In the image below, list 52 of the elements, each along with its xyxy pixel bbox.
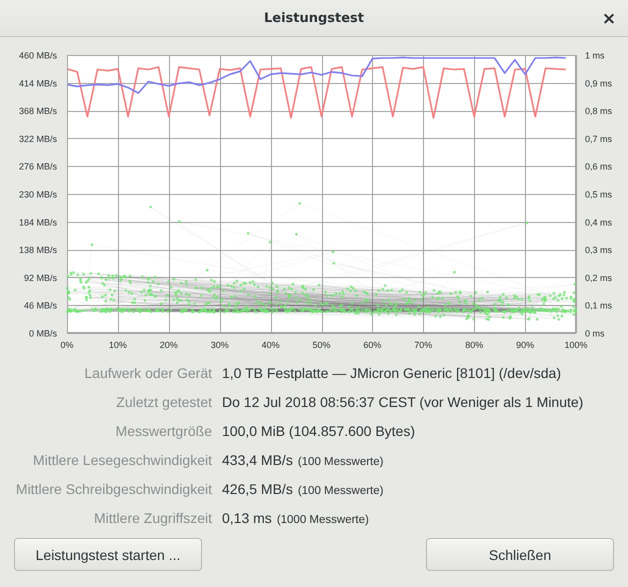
axis-label: 60% — [363, 340, 382, 350]
axis-label: 80% — [465, 340, 484, 350]
field-value: 426,5 MB/s — [222, 480, 293, 499]
axis-label: 0,8 ms — [585, 106, 612, 116]
field-value: 0,13 ms — [222, 509, 272, 528]
axis-label: 46 MB/s — [24, 300, 57, 311]
axis-label: 92 MB/s — [24, 272, 57, 283]
axis-label: 0 MB/s — [28, 328, 57, 338]
close-button[interactable]: Schließen — [426, 538, 614, 571]
axis-label: 184 MB/s — [18, 217, 57, 228]
axis-label: 1 ms — [585, 50, 605, 60]
axis-label: 0,6 ms — [585, 162, 612, 172]
axis-label: 0% — [60, 340, 74, 350]
axis-label: 100% — [564, 340, 588, 350]
field-label: Mittlere Lesegeschwindigkeit — [32, 451, 212, 470]
sample-count: (100 Messwerte) — [298, 484, 384, 499]
sample-count: (1000 Messwerte) — [276, 513, 369, 528]
axis-label: 138 MB/s — [18, 245, 57, 256]
window-title: Leistungstest — [264, 10, 364, 26]
sample-count: (100 Messwerte) — [298, 455, 384, 470]
axis-label: 460 MB/s — [18, 50, 57, 60]
axis-label: 0 ms — [585, 328, 605, 338]
axis-label: 40% — [262, 340, 280, 350]
axis-label: 368 MB/s — [18, 106, 57, 116]
field-value: 1,0 TB Festplatte — JMicron Generic [8101] (/dev/sda) — [222, 364, 562, 383]
axis-label: 50% — [312, 340, 330, 350]
field-value: 100,0 MiB (104.857.600 Bytes) — [222, 422, 416, 441]
field-label: Laufwerk oder Gerät — [83, 364, 212, 383]
axis-label: 0,3 ms — [585, 245, 612, 256]
axis-label: 0,7 ms — [585, 134, 612, 144]
axis-label: 0,9 ms — [585, 78, 612, 88]
axis-label: 322 MB/s — [18, 134, 57, 144]
axis-label: 414 MB/s — [18, 78, 57, 88]
axis-label: 230 MB/s — [18, 190, 57, 200]
axis-label: 20% — [160, 340, 178, 350]
field-value: 433,4 MB/s — [222, 451, 293, 470]
start-benchmark-button[interactable]: Leistungstest starten ... — [14, 538, 202, 571]
axis-label: 276 MB/s — [18, 162, 57, 172]
field-label: Mittlere Zugriffszeit — [93, 509, 212, 528]
axis-label: 30% — [210, 340, 229, 350]
axis-label: 90% — [516, 340, 534, 350]
field-label: Zuletzt getestet — [115, 393, 212, 412]
axis-label: 0,4 ms — [585, 217, 612, 228]
field-value: Do 12 Jul 2018 08:56:37 CEST (vor Weniger als 1 Minute) — [222, 393, 584, 412]
close-button[interactable]: × — [598, 8, 620, 30]
axis-label: 0,2 ms — [585, 272, 612, 283]
axis-label: 70% — [414, 340, 432, 350]
field-label: Mittlere Schreibgeschwindigkeit — [14, 480, 212, 499]
axis-label: 0,5 ms — [585, 190, 612, 200]
field-label: Messwertgröße — [114, 422, 212, 441]
axis-label: 10% — [108, 340, 127, 350]
axis-label: 0,1 ms — [585, 300, 612, 311]
